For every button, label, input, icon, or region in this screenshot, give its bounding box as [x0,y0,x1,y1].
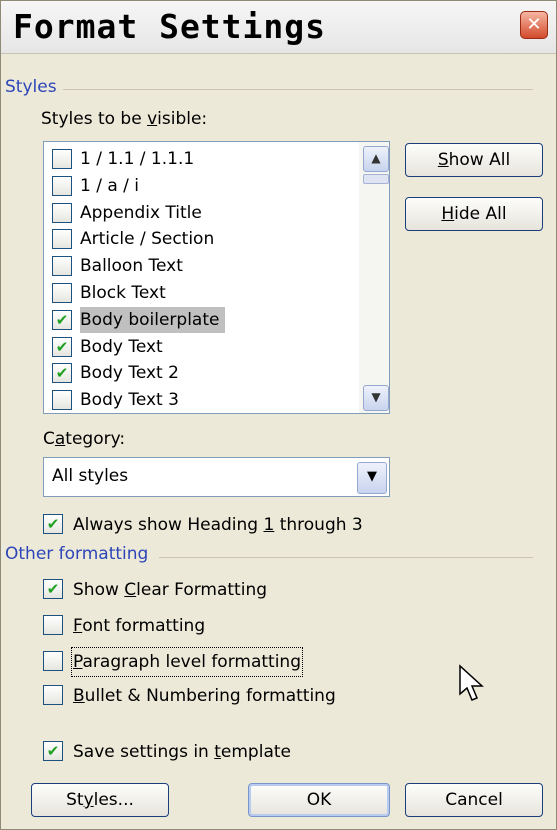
close-button[interactable]: ✕ [520,11,548,39]
style-item-label: Article / Section [80,229,215,250]
style-list-item[interactable]: ✔ Body Text 2 [50,360,350,386]
style-list-item[interactable]: ✔ Body boilerplate [50,306,350,333]
style-item-label: Balloon Text [80,256,183,277]
font-formatting-checkbox[interactable] [43,615,63,635]
styles-section-label: Styles [5,77,57,97]
scroll-down-button[interactable]: ▼ [363,385,389,411]
style-list-item[interactable]: Body Text 3 [50,387,350,413]
mouse-pointer-icon [459,664,484,701]
style-list-item[interactable]: Block Text [50,280,350,306]
style-item-checkbox[interactable] [52,256,72,277]
listbox-scrollbar[interactable]: ▲ ▼ [359,142,389,413]
style-item-checkbox[interactable]: ✔ [52,363,72,384]
style-list-item[interactable]: 1 / 1.1 / 1.1.1 [50,146,350,172]
scroll-thumb[interactable] [363,174,389,184]
save-settings-checkbox[interactable]: ✔ [43,741,63,761]
style-item-label: Body Text 3 [80,390,179,411]
cancel-button[interactable]: Cancel [405,783,543,817]
styles-button[interactable]: Styles... [31,783,169,817]
style-item-checkbox[interactable]: ✔ [52,309,72,330]
font-formatting-label: Font formatting [73,616,206,636]
style-item-label: Appendix Title [80,202,202,223]
always-show-heading-label: Always show Heading 1 through 3 [73,515,363,535]
category-select[interactable]: All styles ▼ [43,457,390,497]
check-icon: ✔ [46,580,60,598]
ok-button[interactable]: OK [248,783,390,817]
scroll-up-icon: ▲ [371,151,381,165]
style-item-label: Block Text [80,283,166,303]
other-formatting-divider [159,557,533,558]
check-icon: ✔ [46,742,60,760]
style-item-label: 1 / a / i [80,175,140,196]
style-item-label: Body Text 2 [80,363,179,384]
check-icon: ✔ [55,337,69,356]
title-bar[interactable]: Format Settings ✕ [1,1,556,54]
style-list-item[interactable]: ✔ Body Text [50,334,350,360]
style-list-item[interactable]: 1 / a / i [50,173,350,199]
style-list-item[interactable]: Appendix Title [50,200,350,226]
always-show-heading-checkbox[interactable]: ✔ [43,514,63,534]
style-item-checkbox[interactable] [52,175,72,196]
bullet-numbering-formatting-checkbox[interactable] [43,685,63,705]
style-list-item[interactable]: Balloon Text [50,253,350,279]
style-list-item[interactable]: Article / Section [50,226,350,252]
chevron-down-icon: ▼ [367,469,377,484]
styles-visible-label: Styles to be visible: [41,109,208,129]
show-clear-formatting-checkbox[interactable]: ✔ [43,579,63,599]
category-dropdown-button[interactable]: ▼ [357,462,387,494]
style-item-checkbox[interactable] [52,149,72,169]
hide-all-button[interactable]: Hide All [405,197,543,231]
style-item-checkbox[interactable] [52,202,72,223]
style-item-label: 1 / 1.1 / 1.1.1 [80,149,195,169]
scroll-down-icon: ▼ [371,390,381,404]
style-item-label: Body Text [80,336,163,357]
category-value: All styles [52,466,129,486]
styles-divider [63,89,533,90]
paragraph-formatting-label: Paragraph level formatting [71,647,303,677]
window-title: Format Settings [13,7,327,46]
save-settings-label: Save settings in template [73,742,291,762]
check-icon: ✔ [55,310,69,329]
bullet-numbering-formatting-label: Bullet & Numbering formatting [73,686,336,706]
format-settings-dialog: Format Settings ✕ Styles Styles to be vi… [0,0,557,830]
paragraph-formatting-checkbox[interactable] [43,651,63,671]
scroll-up-button[interactable]: ▲ [363,146,389,172]
style-item-checkbox[interactable]: ✔ [52,336,72,357]
style-item-checkbox[interactable] [52,283,72,303]
style-item-label: Body boilerplate [80,306,226,333]
check-icon: ✔ [55,364,69,383]
category-label: Category: [43,429,126,449]
style-item-checkbox[interactable] [52,229,72,250]
styles-listbox[interactable]: 1 / 1.1 / 1.1.1 1 / a / i Appendix Title Ar… [43,141,390,414]
other-formatting-label: Other formatting [5,544,149,564]
close-icon: ✕ [526,14,542,35]
check-icon: ✔ [46,515,60,533]
style-item-checkbox[interactable] [52,390,72,411]
show-all-button[interactable]: Show All [405,143,543,177]
show-clear-formatting-label: Show Clear Formatting [73,580,268,600]
